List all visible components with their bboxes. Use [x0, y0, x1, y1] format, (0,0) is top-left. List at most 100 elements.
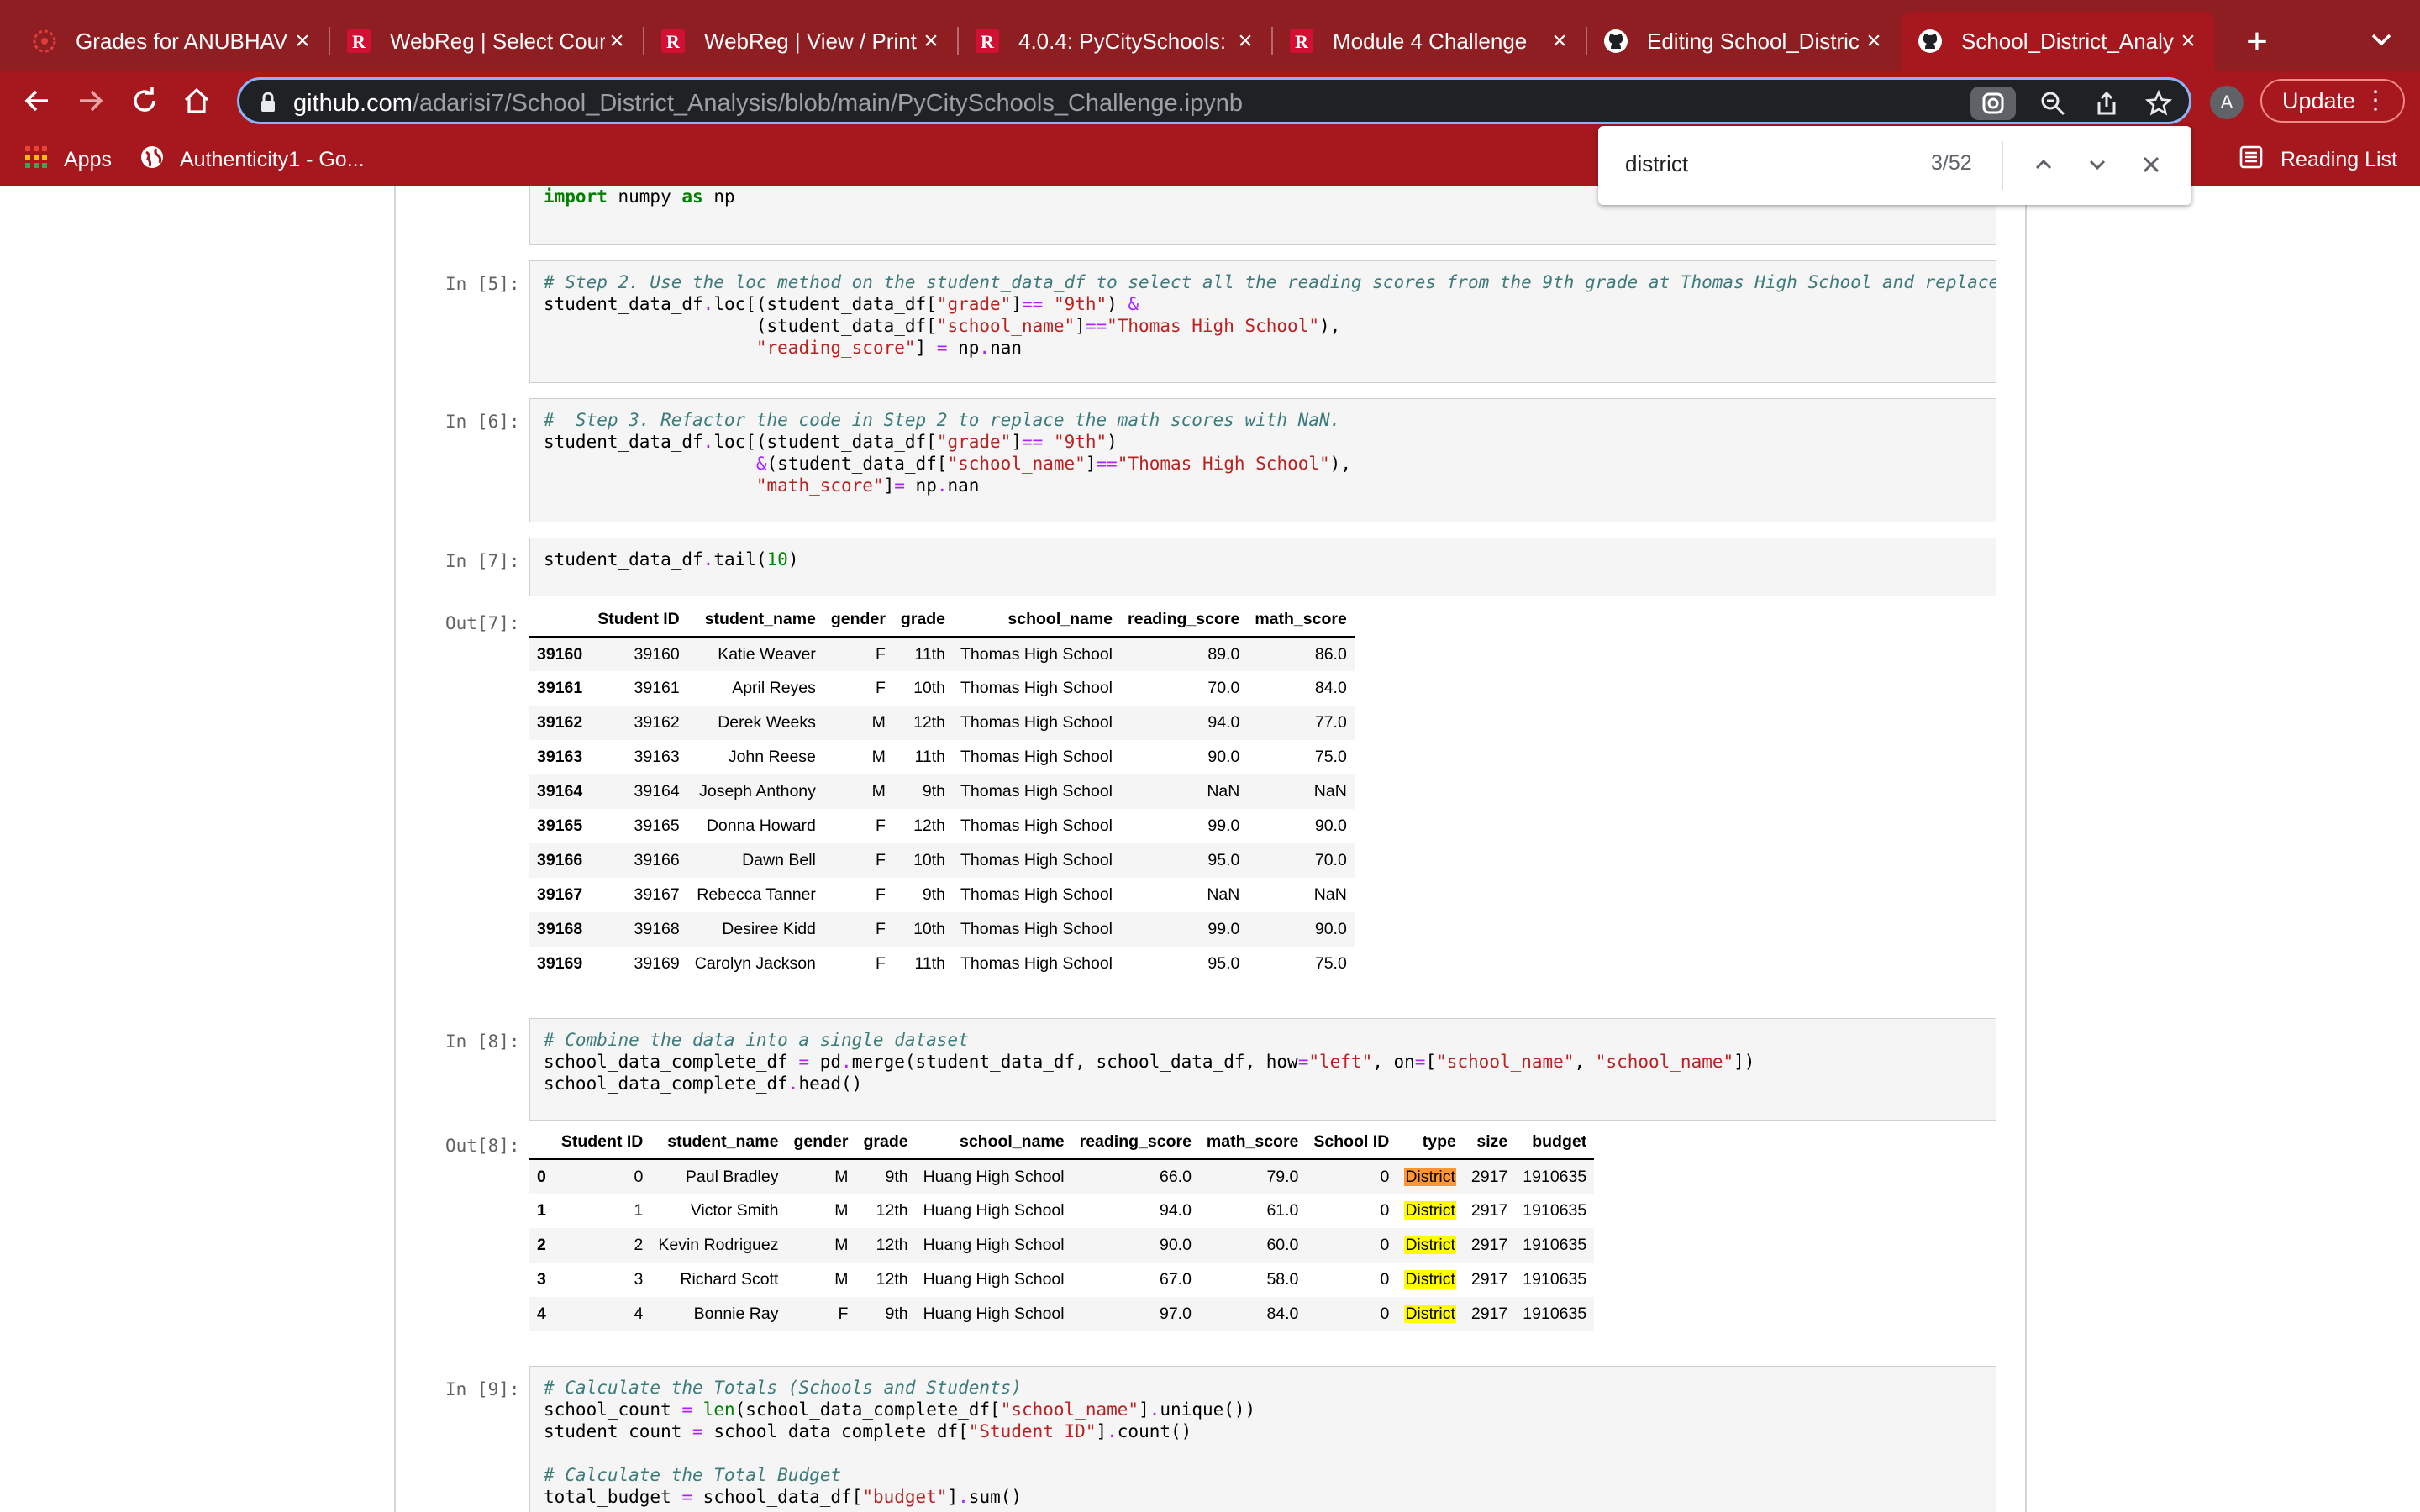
row-index: 0 [537, 1167, 546, 1186]
forward-button[interactable] [72, 82, 109, 119]
table-cell: 39164 [634, 782, 680, 801]
browser-tab[interactable]: Grades for ANUBHAV × [15, 12, 330, 71]
notebook-page: # Step 1. Import numpy as np.import nump… [0, 186, 2420, 1512]
table-cell: 39163 [634, 748, 680, 766]
code-cell[interactable]: # Combine the data into a single dataset… [529, 1018, 1996, 1121]
code-line: school_count = len(school_data_complete_… [544, 1399, 1256, 1420]
code-line: # Combine the data into a single dataset [544, 1030, 969, 1050]
table-cell: 39162 [634, 713, 680, 732]
url-text[interactable]: github.com/adarisi7/School_District_Anal… [293, 90, 1243, 118]
browser-tab[interactable]: School_District_Analy × [1901, 12, 2215, 71]
find-next-button[interactable] [2081, 148, 2114, 181]
reading-list-button[interactable]: Reading List [2238, 144, 2397, 176]
table-cell: 4 [634, 1305, 644, 1323]
code-block[interactable]: # Step 2. Use the loc method on the stud… [530, 261, 1996, 369]
table-cell: 12th [913, 816, 946, 835]
output-prompt: Out[8]: [445, 1136, 520, 1156]
code-block[interactable]: # Combine the data into a single dataset… [530, 1019, 1996, 1105]
table-cell: 3 [634, 1270, 644, 1289]
table-cell: 9th [922, 782, 946, 801]
table-cell: Huang High School [923, 1270, 1065, 1289]
update-button[interactable]: Update ⋮ [2260, 79, 2405, 123]
code-line: student_count = school_data_complete_df[… [544, 1421, 1192, 1441]
browser-tab[interactable]: R 4.0.4: PyCitySchools: × [958, 12, 1273, 71]
column-header: school_name [915, 1126, 1072, 1160]
table-cell: F [875, 679, 886, 697]
table-cell: 97.0 [1159, 1305, 1192, 1323]
rutgers-icon: R [1289, 29, 1314, 54]
address-bar[interactable]: github.com/adarisi7/School_District_Anal… [237, 77, 2191, 124]
table-cell: 2917 [1470, 1201, 1508, 1220]
close-icon[interactable]: × [1234, 29, 1257, 54]
svg-text:R: R [981, 31, 995, 52]
table-row: 39163 39163 John Reese M 11th Thomas High Sch… [529, 740, 1355, 774]
find-close-button[interactable] [2134, 148, 2168, 181]
bookmark-apps[interactable]: Apps [24, 144, 112, 176]
table-cell: M [871, 748, 886, 766]
table-cell: Huang High School [923, 1201, 1065, 1220]
close-icon[interactable]: × [919, 29, 943, 54]
svg-text:R: R [666, 31, 681, 52]
find-highlight: District [1404, 1236, 1456, 1254]
code-block[interactable]: # Step 3. Refactor the code in Step 2 to… [530, 399, 1996, 507]
new-tab-button[interactable]: + [2235, 20, 2279, 64]
table-cell: Carolyn Jackson [694, 954, 816, 973]
table-cell: 84.0 [1266, 1305, 1299, 1323]
close-icon[interactable]: × [291, 29, 314, 54]
lock-icon[interactable] [260, 92, 276, 118]
profile-avatar[interactable]: A [2210, 86, 2244, 119]
svg-text:R: R [1295, 31, 1309, 52]
table-cell: Huang High School [923, 1305, 1065, 1323]
back-button[interactable] [18, 82, 55, 119]
code-cell[interactable]: student_data_df.tail(10) [529, 538, 1996, 596]
reload-button[interactable] [126, 82, 163, 119]
reload-icon [134, 87, 155, 112]
code-cell[interactable]: # Calculate the Totals (Schools and Stud… [529, 1366, 1996, 1512]
close-icon[interactable]: × [1548, 29, 1571, 54]
tab-search-button[interactable] [2365, 18, 2398, 62]
more-menu-icon[interactable]: ⋮ [2363, 81, 2388, 121]
column-header: gender [786, 1126, 856, 1160]
tab-title: Grades for ANUBHAV [76, 28, 288, 54]
column-header: grade [892, 603, 954, 638]
browser-tab[interactable]: R Module 4 Challenge × [1272, 12, 1587, 71]
table-cell: 2917 [1470, 1236, 1508, 1254]
find-previous-button[interactable] [2027, 148, 2060, 181]
row-index: 39166 [537, 851, 583, 869]
bookmark-authenticity[interactable]: Authenticity1 - Go... [139, 144, 365, 176]
find-input[interactable]: district [1625, 151, 1688, 177]
row-index: 39164 [537, 782, 583, 801]
code-cell[interactable]: # Step 2. Use the loc method on the stud… [529, 260, 1996, 383]
table-row: 39169 39169 Carolyn Jackson F 11th Thomas Hig… [529, 947, 1355, 981]
table-cell: Richard Scott [680, 1270, 779, 1289]
cell-prompt: In [7]: [445, 551, 520, 571]
table-cell: District [1397, 1159, 1464, 1194]
dataframe-table: Student ID student_name gender grade school_… [529, 1126, 1595, 1331]
bookmark-star-icon[interactable] [2142, 87, 2175, 120]
table-cell: 2 [634, 1236, 644, 1254]
close-icon[interactable]: × [605, 29, 629, 54]
table-cell: 0 [1380, 1270, 1390, 1289]
code-block[interactable]: student_data_df.tail(10) [530, 538, 1996, 580]
cell-prompt: In [9]: [445, 1379, 520, 1399]
home-button[interactable] [178, 82, 215, 119]
chevron-down-icon [2089, 160, 2106, 171]
code-cell[interactable]: # Step 3. Refactor the code in Step 2 to… [529, 398, 1996, 522]
share-icon[interactable] [2090, 87, 2123, 120]
tab-title: WebReg | View / Print [704, 28, 917, 54]
table-cell: 99.0 [1207, 816, 1240, 835]
browser-tab[interactable]: R WebReg | Select Cour × [329, 12, 644, 71]
code-block[interactable]: # Calculate the Totals (Schools and Stud… [530, 1367, 1996, 1512]
zoom-icon[interactable] [2036, 87, 2070, 120]
table-cell: NaN [1313, 782, 1347, 801]
close-icon[interactable]: × [1862, 29, 1886, 54]
browser-tab[interactable]: R WebReg | View / Print × [644, 12, 959, 71]
table-row: 1 1 Victor Smith M 12th Huang High School 94.0… [529, 1194, 1594, 1228]
table-cell: Kevin Rodriguez [658, 1236, 779, 1254]
table-cell: 90.0 [1207, 748, 1240, 766]
close-icon[interactable]: × [2176, 29, 2200, 54]
browser-tab[interactable]: Editing School_Distric × [1586, 12, 1901, 71]
google-lens-icon[interactable] [1970, 87, 2016, 120]
dataframe-table: Student ID student_name gender grade school_… [529, 603, 1355, 981]
table-cell: 75.0 [1314, 748, 1347, 766]
